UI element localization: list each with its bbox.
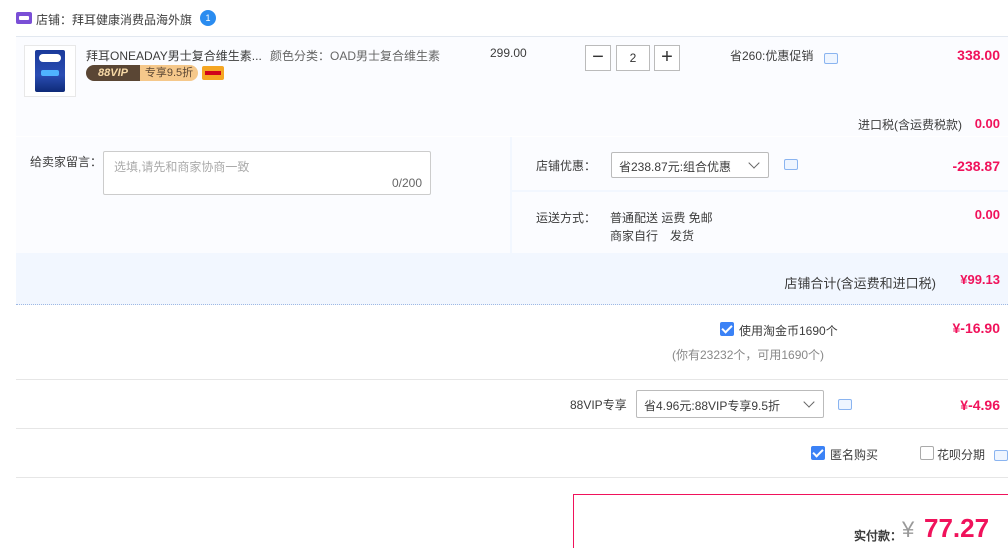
shop-icon — [16, 12, 32, 24]
use-coins-checkbox[interactable] — [720, 322, 734, 336]
actual-payment-amount: 77.27 — [924, 513, 990, 543]
seller-message-placeholder: 选填,请先和商家协商一致 — [114, 160, 250, 174]
shop-extras-panel: 给卖家留言： 选填,请先和商家协商一致 0/200 店铺优惠： 省238.87元… — [16, 137, 1008, 305]
coins-discount-value: ¥-16.90 — [952, 320, 1000, 336]
message-char-count: 0/200 — [391, 176, 422, 190]
seller-message-label: 给卖家留言： — [30, 155, 103, 169]
anonymous-purchase-checkbox[interactable] — [811, 446, 825, 460]
shop-discount-selected: 省238.87元:组合优惠 — [619, 160, 732, 174]
taojinbi-row: 使用淘金币1690个 (你有23232个，可用1690个) ¥-16.90 — [16, 306, 1008, 380]
shipping-method-text: 普通配送 运费 免邮 — [610, 211, 713, 225]
vip-discount-row: 88VIP专享 省4.96元:88VIP专享9.5折 ¥-4.96 — [16, 381, 1008, 429]
vip-info-icon[interactable] — [838, 399, 852, 410]
order-item-row: 拜耳ONEADAY男士复合维生素... 88VIP 专享9.5折 颜色分类：OA… — [16, 36, 1008, 136]
shop-total-value: ¥99.13 — [960, 272, 1000, 287]
product-image — [35, 50, 65, 92]
quantity-decrease-button[interactable]: − — [585, 45, 611, 71]
coins-balance-note: (你有23232个，可用1690个) — [672, 348, 825, 362]
vip-discount-select[interactable]: 省4.96元:88VIP专享9.5折 — [636, 390, 824, 418]
product-thumbnail[interactable] — [24, 45, 76, 97]
shop-total-label: 店铺合计(含运费和进口税) — [784, 276, 936, 291]
quantity-input[interactable]: 2 — [616, 45, 650, 71]
chevron-down-icon — [803, 396, 815, 408]
wangwang-chat-icon[interactable]: 1 — [200, 10, 216, 26]
shop-discount-value: -238.87 — [952, 158, 1000, 174]
vip-badge-discount: 专享9.5折 — [140, 65, 198, 81]
shipping-fee-value: 0.00 — [974, 207, 1000, 222]
vip-discount-value: ¥-4.96 — [960, 397, 1000, 413]
use-coins-label[interactable]: 使用淘金币1690个 — [739, 322, 838, 339]
shop-header: 店铺：拜耳健康消费品海外旗 1 — [0, 0, 1008, 36]
import-tax-value: 0.00 — [974, 116, 1000, 131]
huabei-installment-label[interactable]: 花呗分期 — [937, 446, 985, 463]
shipping-method-label: 运送方式： — [536, 211, 597, 225]
huabei-info-icon[interactable] — [994, 450, 1008, 461]
shipping-sender-text: 商家自行 发货 — [610, 229, 695, 243]
vip-discount-badge: 88VIP 专享9.5折 — [86, 65, 198, 81]
shop-name-link[interactable]: 店铺：拜耳健康消费品海外旗 — [36, 11, 192, 28]
quantity-increase-button[interactable]: + — [654, 45, 680, 71]
payment-summary-box: 实付款： ¥ 77.27 — [573, 494, 1008, 548]
discount-info-icon[interactable] — [784, 159, 798, 170]
credit-card-icon — [202, 66, 224, 80]
promo-info-icon[interactable] — [824, 53, 838, 64]
actual-payment-label: 实付款： — [854, 529, 903, 543]
product-title-link[interactable]: 拜耳ONEADAY男士复合维生素... — [86, 47, 262, 64]
vip-discount-selected: 省4.96元:88VIP专享9.5折 — [644, 399, 781, 413]
import-tax-label: 进口税(含运费税款) — [858, 118, 962, 132]
message-panel: 给卖家留言： 选填,请先和商家协商一致 0/200 — [16, 137, 510, 253]
vip-badge-label: 88VIP — [86, 65, 140, 81]
huabei-installment-checkbox[interactable] — [920, 446, 934, 460]
chevron-down-icon — [748, 157, 760, 169]
item-promotion-label: 省260:优惠促销 — [730, 49, 814, 63]
seller-message-input[interactable]: 选填,请先和商家协商一致 0/200 — [103, 151, 431, 195]
vip-discount-label: 88VIP专享 — [570, 398, 627, 412]
shop-discount-select[interactable]: 省238.87元:组合优惠 — [611, 152, 769, 178]
anonymous-purchase-label[interactable]: 匿名购买 — [830, 446, 878, 463]
purchase-options-row: 匿名购买 花呗分期 — [16, 430, 1008, 478]
currency-symbol: ¥ — [902, 517, 915, 542]
shop-discount-label: 店铺优惠： — [536, 159, 597, 173]
unit-price: 299.00 — [490, 46, 527, 60]
item-subtotal: 338.00 — [957, 47, 1000, 63]
sku-label: 颜色分类：OAD男士复合维生素 — [270, 49, 441, 63]
